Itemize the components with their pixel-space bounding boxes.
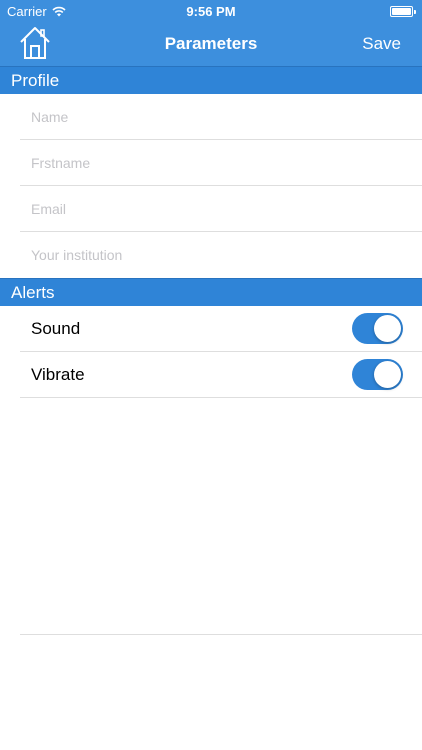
email-field-row bbox=[20, 186, 422, 232]
battery-icon bbox=[390, 6, 416, 17]
bottom-divider bbox=[20, 634, 422, 635]
vibrate-label: Vibrate bbox=[31, 365, 85, 384]
status-time: 9:56 PM bbox=[186, 4, 236, 19]
vibrate-toggle[interactable] bbox=[352, 359, 403, 390]
section-header-profile: Profile bbox=[0, 66, 422, 94]
institution-field[interactable] bbox=[31, 245, 391, 265]
name-field-row bbox=[20, 94, 422, 140]
firstname-field-row bbox=[20, 140, 422, 186]
nav-bar: Parameters Save bbox=[0, 22, 422, 66]
toggle-knob bbox=[374, 315, 401, 342]
email-field[interactable] bbox=[31, 199, 391, 219]
firstname-field[interactable] bbox=[31, 153, 391, 173]
toggle-knob bbox=[374, 361, 401, 388]
status-bar: Carrier 9:56 PM bbox=[0, 0, 422, 22]
sound-row: Sound bbox=[20, 306, 422, 352]
institution-field-row bbox=[20, 232, 422, 278]
page-title: Parameters bbox=[164, 34, 258, 53]
name-field[interactable] bbox=[31, 107, 391, 127]
sound-toggle[interactable] bbox=[352, 313, 403, 344]
save-button[interactable]: Save bbox=[362, 34, 401, 54]
sound-label: Sound bbox=[31, 319, 81, 338]
section-header-alerts: Alerts bbox=[0, 278, 422, 306]
vibrate-row: Vibrate bbox=[20, 352, 422, 398]
